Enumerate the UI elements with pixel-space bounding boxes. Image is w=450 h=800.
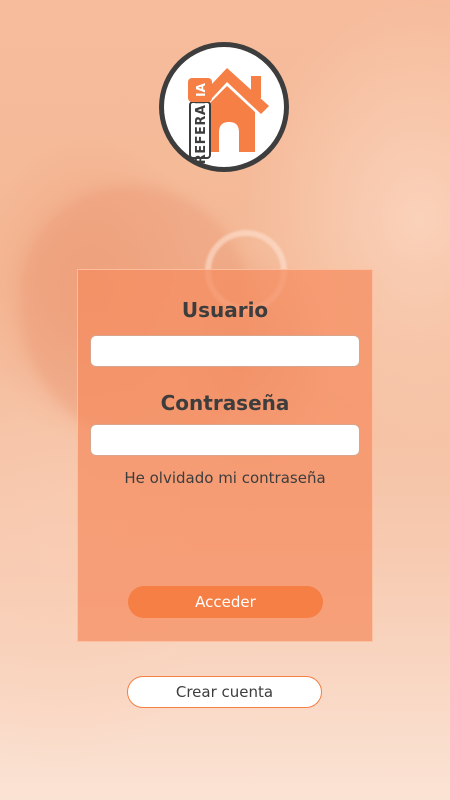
referalia-logo: REFERAL IA	[159, 42, 289, 172]
password-input[interactable]	[90, 424, 360, 456]
create-account-button[interactable]: Crear cuenta	[127, 676, 322, 708]
username-label: Usuario	[181, 298, 269, 322]
username-input[interactable]	[90, 335, 360, 367]
forgot-password-link[interactable]: He olvidado mi contraseña	[78, 469, 372, 487]
login-button[interactable]: Acceder	[128, 586, 323, 618]
logo-text-main: REFERAL	[194, 96, 209, 165]
logo-text-suffix: IA	[194, 82, 208, 96]
login-card: Usuario Contraseña He olvidado mi contra…	[77, 269, 373, 642]
password-label: Contraseña	[160, 391, 290, 415]
